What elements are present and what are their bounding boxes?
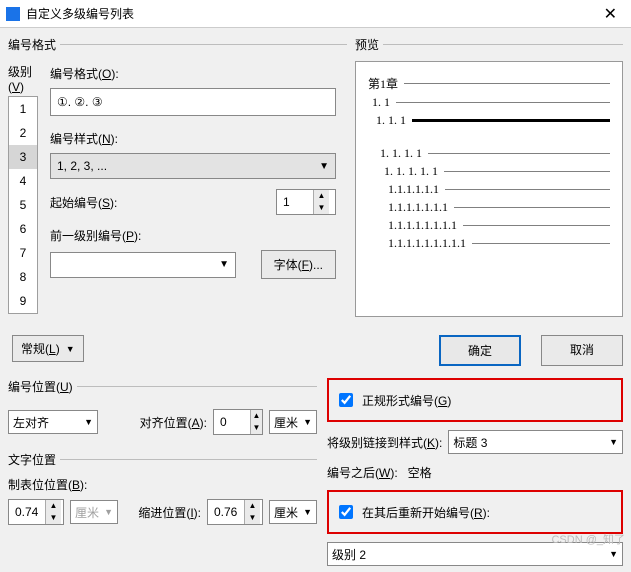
restart-checkbox-row[interactable]: 在其后重新开始编号(R): <box>335 502 615 522</box>
restart-checkbox[interactable] <box>339 505 353 519</box>
spin-up-icon[interactable]: ▲ <box>314 190 329 202</box>
level-item-1[interactable]: 1 <box>9 97 37 121</box>
level-item-7[interactable]: 7 <box>9 241 37 265</box>
number-format-group: 编号格式 级别(V) 123456789 编号格式(O): 编号样式(N): 1… <box>8 36 347 279</box>
number-position-legend: 编号位置(U) <box>8 378 77 395</box>
indent-label: 缩进位置(I): <box>138 504 201 521</box>
indent-value[interactable] <box>208 500 244 524</box>
tab-unit-select: 厘米▼ <box>70 500 118 524</box>
chevron-down-icon: ▼ <box>66 344 75 354</box>
level-item-8[interactable]: 8 <box>9 265 37 289</box>
level-item-5[interactable]: 5 <box>9 193 37 217</box>
legal-format-checkbox[interactable] <box>339 393 353 407</box>
legal-format-highlight: 正规形式编号(G) <box>327 378 623 422</box>
chevron-down-icon: ▼ <box>219 259 229 270</box>
restart-highlight: 在其后重新开始编号(R): <box>327 490 623 534</box>
number-style-value: 1, 2, 3, ... <box>57 159 107 173</box>
number-style-select[interactable]: 1, 2, 3, ... ▼ <box>50 153 336 179</box>
legal-format-checkbox-row[interactable]: 正规形式编号(G) <box>335 390 615 410</box>
prev-level-label: 前一级别编号(P): <box>50 227 347 244</box>
align-select[interactable]: 左对齐 ▼ <box>8 410 98 434</box>
level-item-9[interactable]: 9 <box>9 289 37 313</box>
level-list-label: 级别(V) <box>8 63 42 94</box>
ok-button[interactable]: 确定 <box>439 335 521 366</box>
start-at-value[interactable] <box>277 190 313 214</box>
prev-level-select[interactable]: ▼ <box>50 252 236 278</box>
number-format-legend: 编号格式 <box>8 36 60 53</box>
preview-box: 第1章1. 11. 1. 11. 1. 1. 11. 1. 1. 1. 11.1… <box>355 61 623 317</box>
watermark: CSDN @_知了 <box>551 531 625 547</box>
align-value: 左对齐 <box>13 414 49 431</box>
indent-unit-select[interactable]: 厘米▼ <box>269 500 317 524</box>
link-style-label: 将级别链接到样式(K): <box>327 434 442 451</box>
spin-down-icon[interactable]: ▼ <box>314 202 329 214</box>
indent-spinner[interactable]: ▲▼ <box>207 499 263 525</box>
titlebar: 自定义多级编号列表 ✕ <box>0 0 631 28</box>
number-position-group: 编号位置(U) 左对齐 ▼ 对齐位置(A): ▲▼ 厘米▼ <box>8 378 317 441</box>
level-item-6[interactable]: 6 <box>9 217 37 241</box>
tab-pos-value[interactable] <box>9 500 45 524</box>
format-o-label: 编号格式(O): <box>50 65 347 82</box>
link-style-value: 标题 3 <box>453 434 487 451</box>
format-n-label: 编号样式(N): <box>50 130 347 147</box>
level-item-3[interactable]: 3 <box>9 145 37 169</box>
chevron-down-icon: ▼ <box>319 161 329 172</box>
window-title: 自定义多级编号列表 <box>26 5 134 22</box>
follow-select[interactable]: 空格 <box>404 460 623 484</box>
text-position-legend: 文字位置 <box>8 451 60 468</box>
font-button[interactable]: 字体(F)... <box>261 250 336 279</box>
chevron-down-icon: ▼ <box>609 549 618 559</box>
tab-pos-spinner[interactable]: ▲▼ <box>8 499 64 525</box>
align-at-spinner[interactable]: ▲▼ <box>213 409 263 435</box>
start-at-spinner[interactable]: ▲▼ <box>276 189 336 215</box>
legal-format-label: 正规形式编号(G) <box>362 392 451 409</box>
align-unit-select[interactable]: 厘米▼ <box>269 410 317 434</box>
chevron-down-icon: ▼ <box>609 437 618 447</box>
preview-group: 预览 第1章1. 11. 1. 11. 1. 1. 11. 1. 1. 1. 1… <box>355 36 623 317</box>
preview-legend: 预览 <box>355 36 383 53</box>
level-item-4[interactable]: 4 <box>9 169 37 193</box>
cancel-button[interactable]: 取消 <box>541 335 623 366</box>
follow-label: 编号之后(W): <box>327 464 398 481</box>
close-button[interactable]: ✕ <box>596 4 625 24</box>
number-format-input[interactable] <box>50 88 336 116</box>
tab-pos-label: 制表位位置(B): <box>8 476 317 493</box>
chevron-down-icon: ▼ <box>84 417 93 427</box>
align-at-value[interactable] <box>214 410 250 434</box>
link-style-select[interactable]: 标题 3 ▼ <box>448 430 623 454</box>
app-icon <box>6 7 20 21</box>
align-at-label: 对齐位置(A): <box>140 414 207 431</box>
text-position-group: 文字位置 制表位位置(B): ▲▼ 厘米▼ 缩进位置(I): ▲▼ 厘米▼ <box>8 451 317 531</box>
level-list[interactable]: 123456789 <box>8 96 38 314</box>
restart-level-value: 级别 2 <box>332 546 366 563</box>
level-item-2[interactable]: 2 <box>9 121 37 145</box>
restart-label: 在其后重新开始编号(R): <box>362 504 490 521</box>
changgui-dropdown[interactable]: 常规(L) ▼ <box>12 335 84 362</box>
start-at-label: 起始编号(S): <box>50 194 117 211</box>
follow-value: 空格 <box>408 464 432 481</box>
